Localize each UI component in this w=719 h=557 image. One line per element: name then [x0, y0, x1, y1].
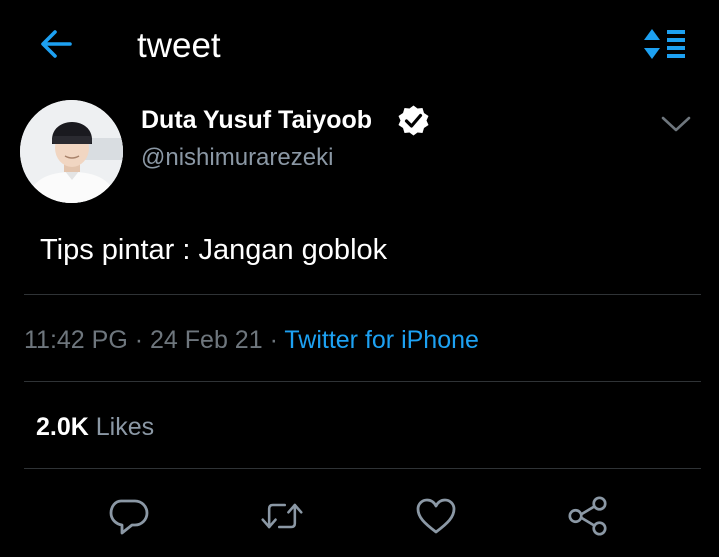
tweet-source-link[interactable]: Twitter for iPhone	[284, 326, 479, 354]
display-name[interactable]: Duta Yusuf Taiyoob	[141, 104, 372, 136]
profile-photo-icon	[20, 100, 123, 203]
divider	[24, 468, 701, 469]
arrow-left-icon	[41, 30, 72, 58]
reply-icon	[109, 499, 149, 535]
page-title: tweet	[137, 26, 221, 65]
user-handle[interactable]: @nishimurarezeki	[141, 142, 333, 174]
likes-label: Likes	[95, 413, 155, 441]
more-options-button[interactable]	[654, 104, 698, 144]
like-icon	[416, 498, 456, 534]
tweet-meta: 11:42 PG · 24 Feb 21 · Twitter for iPhon…	[24, 322, 479, 358]
share-icon	[568, 496, 607, 536]
likes-count: 2.0K	[36, 413, 89, 441]
meta-separator: ·	[269, 326, 278, 354]
divider	[24, 294, 701, 295]
share-button[interactable]	[566, 494, 610, 538]
avatar[interactable]	[20, 100, 123, 203]
tweet-time: 11:42 PG	[24, 326, 128, 354]
verified-badge-icon	[397, 104, 430, 137]
sort-list-icon	[644, 29, 685, 59]
meta-separator: ·	[134, 326, 144, 354]
sort-button[interactable]	[640, 24, 692, 64]
reply-button[interactable]	[107, 494, 151, 538]
back-button[interactable]	[34, 24, 78, 64]
chevron-down-icon	[661, 116, 691, 132]
retweet-icon	[261, 503, 303, 529]
tweet-text: Tips pintar : Jangan goblok	[40, 234, 388, 266]
divider	[24, 381, 701, 382]
like-button[interactable]	[414, 494, 458, 538]
app-header: tweet	[0, 0, 719, 92]
likes-stat[interactable]: 2.0K Likes	[36, 409, 154, 445]
tweet-date: 24 Feb 21	[150, 326, 263, 354]
retweet-button[interactable]	[260, 494, 304, 538]
